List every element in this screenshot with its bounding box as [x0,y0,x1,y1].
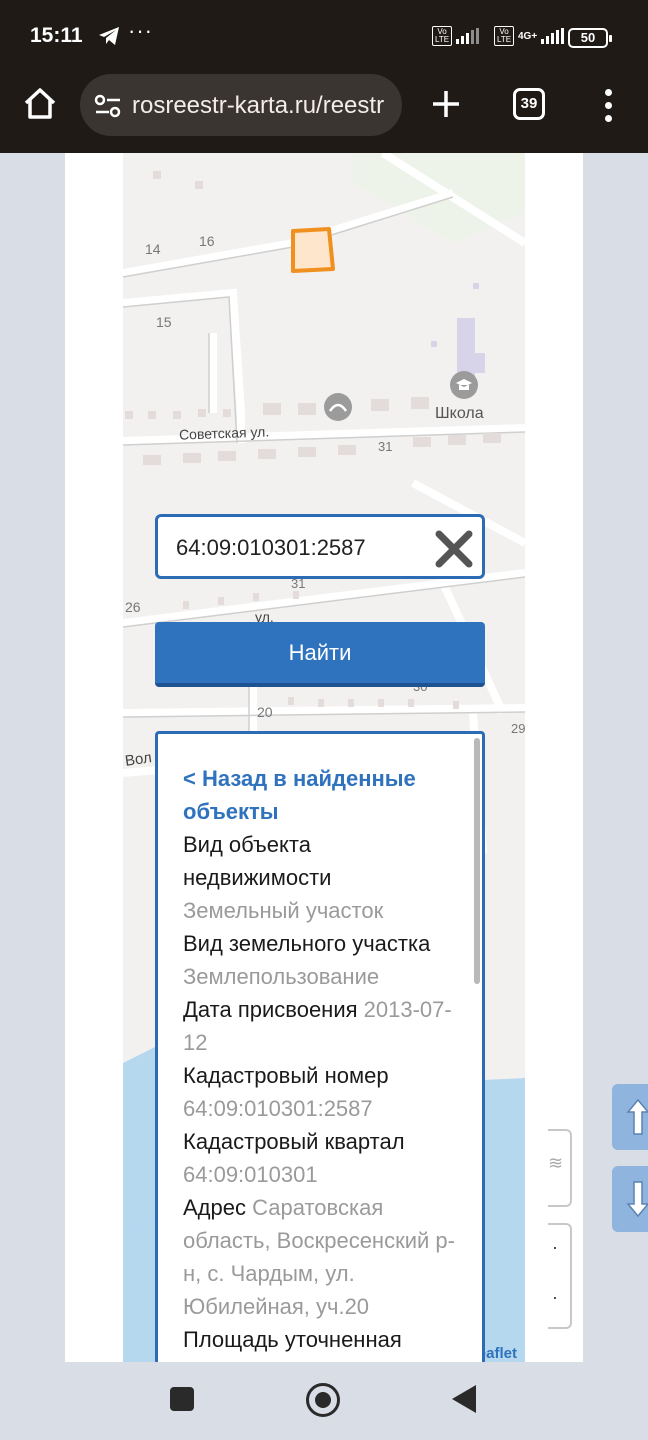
map-label-29: 29 [511,721,525,736]
home-button[interactable] [20,84,60,124]
status-time: 15:11 [30,24,83,47]
field-value: Землепользование [183,964,380,989]
search-input-value: 64:09:010301:2587 [176,535,366,560]
map-zoom-control[interactable]: · · [548,1223,572,1329]
field-label: Кадастровый квартал [183,1129,405,1154]
battery-icon: 50 [568,28,612,48]
clear-search-icon[interactable] [434,529,474,569]
field-label: Вид объекта недвижимости [183,832,332,890]
object-info-panel[interactable]: < Назад в найденные объекты Вид объекта … [155,731,485,1362]
layers-icon: ≋ [548,1153,564,1173]
field-label: Площадь уточненная [183,1327,402,1352]
volte-icon: Vo LTE [432,26,452,46]
zoom-in-icon: · [552,1237,558,1257]
address-bar[interactable]: rosreestr-karta.ru/reestr [80,74,402,136]
field-area: Площадь уточненная 1200 [183,1323,465,1362]
field-label: Кадастровый номер [183,1063,389,1088]
field-label: Адрес [183,1195,246,1220]
url-text: rosreestr-karta.ru/reestr [132,92,385,119]
field-assign-date: Дата присвоения 2013-07-12 [183,993,465,1059]
leaflet-attribution-link[interactable]: Leaflet [482,1345,517,1362]
map-label-school: Школа [435,405,484,422]
map-label-31a: 31 [378,439,393,454]
map-label-sovetskaya: Советская ул. [178,423,270,443]
more-notifications-icon: ··· [128,18,153,43]
arrow-down-icon [626,1181,648,1218]
browser-toolbar: rosreestr-karta.ru/reestr 39 [0,74,648,152]
map-label-20: 20 [257,704,273,720]
plus-icon [433,91,459,117]
field-object-type: Вид объекта недвижимости Земельный участ… [183,828,465,927]
signal-sim2-icon: Vo LTE 4G+ [494,26,565,46]
scroll-down-button[interactable] [612,1166,648,1232]
object-info-content: < Назад в найденные объекты Вид объекта … [183,762,465,1362]
overflow-menu-button[interactable] [598,86,618,126]
zoom-out-icon: · [552,1287,558,1307]
scroll-up-button[interactable] [612,1084,648,1150]
map-label-15: 15 [156,314,172,330]
field-label: Вид земельного участка [183,931,431,956]
web-page: 14 16 15 Школа Советская ул. 31 31 26 ул… [65,153,583,1362]
network-type: 4G+ [518,30,538,42]
field-label: Дата присвоения [183,997,358,1022]
home-icon [24,88,56,119]
telegram-icon [98,26,120,51]
status-bar: 15:11 ··· Vo LTE Vo LTE 4G+ 50 [0,0,648,74]
field-cadastral-number: Кадастровый номер 64:09:010301:2587 [183,1059,465,1125]
tab-switcher-button[interactable]: 39 [513,88,545,120]
recents-button[interactable] [170,1387,194,1411]
field-address: Адрес Саратовская область, Воскресенский… [183,1191,465,1323]
site-settings-icon[interactable] [94,94,122,123]
map-layers-control[interactable]: ≋ [548,1129,572,1207]
field-cadastral-block: Кадастровый квартал 64:09:010301 [183,1125,465,1191]
map-label-26: 26 [125,599,141,615]
new-tab-button[interactable] [428,86,464,122]
field-value: 64:09:010301:2587 [183,1096,373,1121]
field-value: Земельный участок [183,898,384,923]
cadastral-search-input[interactable]: 64:09:010301:2587 [155,514,485,579]
volte-icon: Vo LTE [494,26,514,46]
signal-sim1-icon: Vo LTE [432,26,479,46]
field-land-type: Вид земельного участка Землепользование [183,927,465,993]
map-label-16: 16 [199,233,215,249]
home-nav-button[interactable] [306,1383,340,1417]
back-to-results-link[interactable]: < Назад в найденные объекты [183,762,465,828]
field-value: 64:09:010301 [183,1162,318,1187]
info-panel-scrollbar[interactable] [474,738,480,984]
arrow-up-icon [626,1098,648,1135]
find-button[interactable]: Найти [155,622,485,687]
back-button[interactable] [452,1385,476,1413]
map-label-14: 14 [145,241,161,257]
system-navigation-bar [0,1362,648,1440]
